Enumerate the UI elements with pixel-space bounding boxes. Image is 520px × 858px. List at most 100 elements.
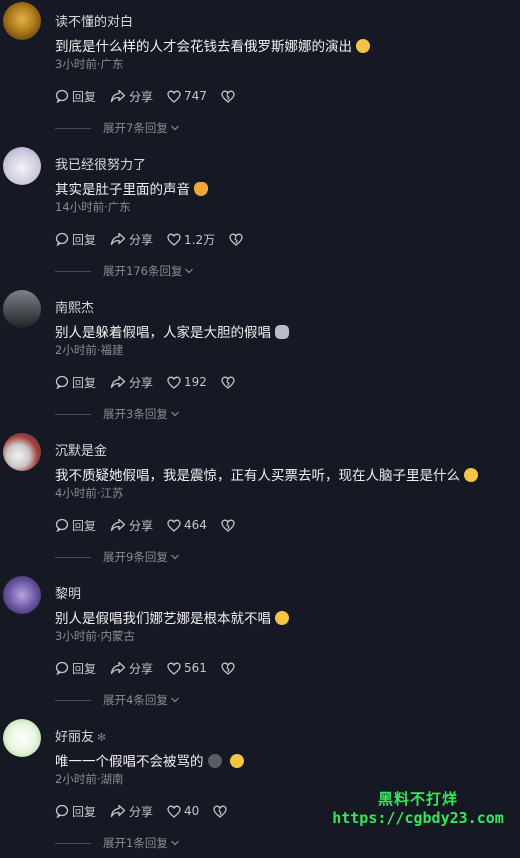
comment-actions: 回复 分享 747	[55, 87, 252, 105]
expand-replies[interactable]: 展开9条回复	[55, 549, 180, 565]
comment-meta: 3小时前·广东	[55, 57, 124, 71]
broken-heart-icon	[221, 519, 235, 532]
comment-username[interactable]: 黎明	[55, 583, 81, 602]
share-button[interactable]: 分享	[110, 374, 153, 391]
avatar[interactable]	[3, 290, 41, 328]
expand-replies-label: 展开3条回复	[103, 407, 168, 421]
like-button[interactable]: 192	[167, 375, 207, 389]
watermark: 黑料不打烊 https://cgbdy23.com	[318, 788, 518, 827]
dislike-button[interactable]	[229, 233, 246, 246]
watermark-title: 黑料不打烊	[377, 790, 458, 808]
dislike-button[interactable]	[221, 90, 238, 103]
comment-username[interactable]: 好丽友 ✻	[55, 726, 106, 745]
dislike-button[interactable]	[221, 376, 238, 389]
share-label: 分享	[129, 518, 154, 533]
divider	[55, 270, 91, 272]
divider	[55, 699, 91, 701]
like-count: 192	[184, 375, 207, 389]
broken-heart-icon	[213, 805, 227, 818]
comment-actions: 回复 分享 40	[55, 802, 244, 820]
comment-username[interactable]: 我已经很努力了	[55, 154, 146, 173]
comment-item: 南熙杰 别人是躲着假唱，人家是大胆的假唱 2小时前·福建 回复 分享 192 展…	[0, 286, 520, 429]
dislike-button[interactable]	[213, 805, 230, 818]
comment-item: 我已经很努力了 其实是肚子里面的声音 14小时前·广东 回复 分享 1.2万 展…	[0, 143, 520, 286]
like-count: 464	[184, 518, 207, 532]
flushed-emoji-icon	[229, 754, 244, 768]
comment-text-body: 其实是肚子里面的声音	[55, 182, 190, 198]
reply-icon	[55, 661, 69, 675]
watermark-url: https://cgbdy23.com	[332, 809, 504, 827]
reply-button[interactable]: 回复	[55, 517, 96, 534]
comment-username-text: 好丽友	[55, 730, 95, 745]
chevron-down-icon	[170, 125, 179, 131]
reply-button[interactable]: 回复	[55, 803, 96, 820]
expand-replies[interactable]: 展开3条回复	[55, 406, 180, 422]
comment-item: 黎明 别人是假唱我们娜艺娜是根本就不唱 3小时前·内蒙古 回复 分享 561 展…	[0, 572, 520, 715]
comment-text-body: 别人是假唱我们娜艺娜是根本就不唱	[55, 611, 271, 627]
grin-emoji-icon	[275, 611, 289, 625]
comment-text-body: 唯一一个假唱不会被骂的	[55, 754, 204, 770]
comment-meta: 2小时前·湖南	[55, 772, 124, 786]
share-button[interactable]: 分享	[110, 517, 153, 534]
reply-button[interactable]: 回复	[55, 660, 96, 677]
share-icon	[110, 804, 126, 818]
comment-text: 别人是躲着假唱，人家是大胆的假唱	[55, 321, 289, 341]
expand-replies[interactable]: 展开7条回复	[55, 120, 180, 136]
like-count: 561	[184, 661, 207, 675]
expand-replies-label: 展开176条回复	[103, 264, 183, 278]
expand-replies-label: 展开4条回复	[103, 693, 168, 707]
share-button[interactable]: 分享	[110, 88, 153, 105]
comment-username[interactable]: 南熙杰	[55, 297, 94, 316]
expand-replies-label: 展开1条回复	[103, 836, 168, 850]
comment-meta: 14小时前·广东	[55, 200, 131, 214]
expand-replies-label: 展开9条回复	[103, 550, 168, 564]
chevron-down-icon	[170, 697, 179, 703]
comment-text: 其实是肚子里面的声音	[55, 178, 208, 198]
like-button[interactable]: 561	[167, 661, 207, 675]
broken-heart-icon	[221, 376, 235, 389]
share-label: 分享	[129, 89, 154, 104]
broken-heart-icon	[221, 662, 235, 675]
share-label: 分享	[129, 375, 154, 390]
like-count: 747	[184, 89, 207, 103]
reply-label: 回复	[72, 89, 97, 104]
avatar[interactable]	[3, 2, 41, 40]
comment-meta: 2小时前·福建	[55, 343, 124, 357]
reply-icon	[55, 804, 69, 818]
reply-label: 回复	[72, 804, 97, 819]
like-count: 1.2万	[184, 232, 216, 247]
chevron-down-icon	[170, 411, 179, 417]
avatar[interactable]	[3, 433, 41, 471]
comment-item: 沉默是金 我不质疑她假唱，我是震惊，正有人买票去听，现在人脑子里是什么 4小时前…	[0, 429, 520, 572]
comment-meta: 3小时前·内蒙古	[55, 629, 135, 643]
expand-replies[interactable]: 展开1条回复	[55, 835, 180, 851]
expand-replies[interactable]: 展开176条回复	[55, 263, 194, 279]
dislike-button[interactable]	[221, 662, 238, 675]
like-button[interactable]: 747	[167, 89, 207, 103]
comment-actions: 回复 分享 192	[55, 373, 252, 391]
heart-icon	[167, 233, 181, 246]
share-button[interactable]: 分享	[110, 231, 153, 248]
expand-replies[interactable]: 展开4条回复	[55, 692, 180, 708]
like-button[interactable]: 40	[167, 804, 199, 818]
dislike-button[interactable]	[221, 519, 238, 532]
like-button[interactable]: 1.2万	[167, 231, 215, 248]
comment-username[interactable]: 沉默是金	[55, 440, 107, 459]
smile-emoji-icon	[356, 39, 370, 53]
reply-button[interactable]: 回复	[55, 231, 96, 248]
chevron-down-icon	[185, 268, 194, 274]
share-button[interactable]: 分享	[110, 803, 153, 820]
share-button[interactable]: 分享	[110, 660, 153, 677]
comment-text: 到底是什么样的人才会花钱去看俄罗斯娜娜的演出	[55, 35, 370, 55]
reply-label: 回复	[72, 232, 97, 247]
comment-username[interactable]: 读不懂的对白	[55, 11, 133, 30]
reply-button[interactable]: 回复	[55, 374, 96, 391]
like-button[interactable]: 464	[167, 518, 207, 532]
avatar[interactable]	[3, 719, 41, 757]
reply-icon	[55, 89, 69, 103]
reply-button[interactable]: 回复	[55, 88, 96, 105]
avatar[interactable]	[3, 147, 41, 185]
avatar[interactable]	[3, 576, 41, 614]
heart-icon	[167, 805, 181, 818]
broken-heart-icon	[229, 233, 243, 246]
